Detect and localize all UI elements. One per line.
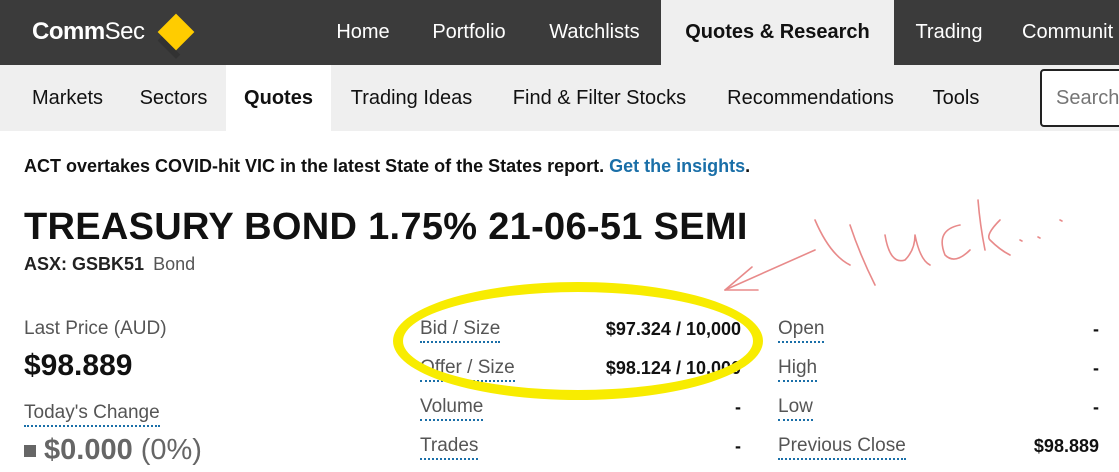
todays-change-row: $0.000 (0%) xyxy=(24,434,202,467)
volume-label[interactable]: Volume xyxy=(420,396,484,421)
low-value: - xyxy=(1093,397,1099,417)
nav-watchlists[interactable]: Watchlists xyxy=(528,0,661,65)
trades-label[interactable]: Trades xyxy=(420,435,479,460)
no-change-icon xyxy=(24,444,36,457)
subnav-tools[interactable]: Tools xyxy=(914,65,998,131)
scribble-y xyxy=(814,219,876,286)
arrow-head xyxy=(724,266,759,291)
todays-change-percent: (0%) xyxy=(140,434,202,466)
commsec-logo[interactable]: CommSec xyxy=(32,13,194,51)
trades-value: - xyxy=(735,436,741,456)
banner-insights-link[interactable]: Get the insights xyxy=(609,156,745,176)
high-value: - xyxy=(1093,358,1099,378)
previous-close-label[interactable]: Previous Close xyxy=(778,435,906,460)
logo-text: CommSec xyxy=(32,18,145,45)
subnav-find-filter-stocks[interactable]: Find & Filter Stocks xyxy=(492,65,707,131)
sub-navigation-bar: Markets Sectors Quotes Trading Ideas Fin… xyxy=(0,65,1119,131)
open-value: - xyxy=(1093,319,1099,339)
todays-change-label[interactable]: Today's Change xyxy=(24,402,160,427)
nav-home[interactable]: Home xyxy=(316,0,410,65)
search-input[interactable] xyxy=(1040,69,1119,127)
last-price-label: Last Price (AUD) xyxy=(24,318,167,339)
scribble-c xyxy=(941,224,971,260)
subnav-sectors[interactable]: Sectors xyxy=(121,65,226,131)
todays-change-value: $0.000 xyxy=(44,434,133,466)
last-price-value: $98.889 xyxy=(24,349,133,382)
security-subtitle: ASX: GSBK51 Bond xyxy=(24,254,195,275)
scribble-k xyxy=(977,199,1011,256)
scribble-u xyxy=(884,234,931,266)
nav-community[interactable]: Communit xyxy=(1004,0,1119,65)
banner-end: . xyxy=(745,156,751,176)
nav-portfolio[interactable]: Portfolio xyxy=(410,0,528,65)
subnav-quotes[interactable]: Quotes xyxy=(226,65,331,131)
scribble-dots xyxy=(1019,219,1063,242)
subnav-recommendations[interactable]: Recommendations xyxy=(707,65,914,131)
announcement-banner: ACT overtakes COVID-hit VIC in the lates… xyxy=(24,156,750,177)
volume-value: - xyxy=(735,397,741,417)
banner-text: ACT overtakes COVID-hit VIC in the lates… xyxy=(24,156,610,176)
nav-quotes-research[interactable]: Quotes & Research xyxy=(661,0,894,65)
security-code: ASX: GSBK51 xyxy=(24,254,145,274)
handwritten-scribble-annotation xyxy=(724,199,1063,291)
subnav-trading-ideas[interactable]: Trading Ideas xyxy=(331,65,492,131)
high-label[interactable]: High xyxy=(778,357,818,382)
subnav-markets[interactable]: Markets xyxy=(14,65,121,131)
low-label[interactable]: Low xyxy=(778,396,813,421)
security-title: TREASURY BOND 1.75% 21-06-51 SEMI xyxy=(24,206,748,248)
nav-trading[interactable]: Trading xyxy=(894,0,1004,65)
arrow-line xyxy=(724,249,816,291)
security-type: Bond xyxy=(153,254,196,274)
logo-diamond-icon xyxy=(157,13,194,51)
top-navigation-bar: CommSec Home Portfolio Watchlists Quotes… xyxy=(0,0,1119,65)
previous-close-value: $98.889 xyxy=(1033,436,1099,456)
open-label[interactable]: Open xyxy=(778,318,825,343)
